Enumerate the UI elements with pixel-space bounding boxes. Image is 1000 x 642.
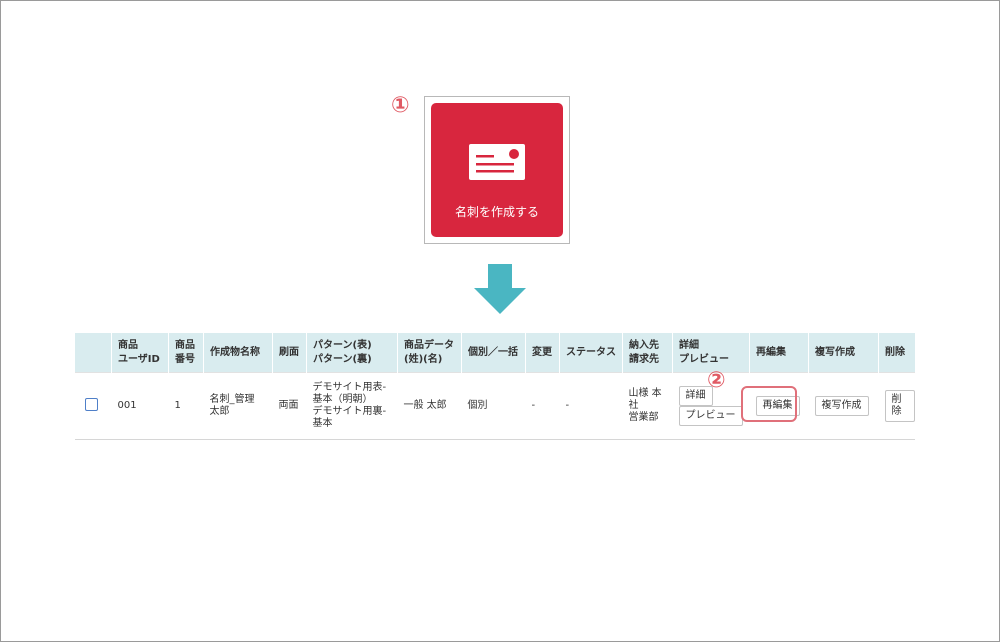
row-select-cell	[75, 372, 112, 439]
preview-button[interactable]: プレビュー	[678, 406, 743, 426]
header-pattern: パターン(表) パターン(裏)	[306, 333, 398, 373]
header-creation-name: 作成物名称	[203, 333, 273, 373]
header-product-user-id: 商品 ユーザID	[111, 333, 169, 373]
header-product-data: 商品データ (姓)(名)	[397, 333, 462, 373]
cell-product-data: 一般 太郎	[397, 372, 462, 439]
reedit-highlight-box	[741, 386, 797, 422]
header-product-no: 商品 番号	[168, 333, 204, 373]
header-select	[75, 333, 112, 373]
cell-user-id: 001	[111, 372, 169, 439]
create-business-card-label: 名刺を作成する	[454, 205, 539, 219]
create-card-frame: 名刺を作成する	[424, 96, 570, 244]
header-status: ステータス	[559, 333, 623, 373]
cell-change: -	[525, 372, 560, 439]
cell-duplicate: 複写作成	[808, 372, 879, 439]
table-header-row: 商品 ユーザID 商品 番号 作成物名称 刷面 パターン(表) パターン(裏) …	[75, 333, 915, 373]
cell-creation-name: 名刺_管理 太郎	[203, 372, 273, 439]
create-business-card-button[interactable]: 名刺を作成する	[431, 103, 563, 237]
header-detail-preview: 詳細 プレビュー	[672, 333, 750, 373]
row-checkbox[interactable]	[85, 397, 98, 411]
business-card-icon	[469, 144, 525, 180]
cell-delivery: 山様 本 社 営業部	[622, 372, 673, 439]
cell-pattern: デモサイト用表- 基本（明朝） デモサイト用裏- 基本	[306, 372, 398, 439]
header-delete: 削除	[878, 333, 915, 373]
cell-print-side: 両面	[272, 372, 307, 439]
cell-individual-bulk: 個別	[461, 372, 526, 439]
header-individual-bulk: 個別／一括	[461, 333, 526, 373]
duplicate-button[interactable]: 複写作成	[814, 396, 869, 416]
header-delivery: 納入先 請求先	[622, 333, 673, 373]
header-duplicate: 複写作成	[808, 333, 879, 373]
header-print-side: 刷面	[272, 333, 307, 373]
header-change: 変更	[525, 333, 560, 373]
header-reedit: 再編集	[749, 333, 809, 373]
step-2-marker: ②	[707, 368, 726, 393]
cell-delete: 削除	[878, 372, 915, 439]
delete-button[interactable]: 削除	[884, 390, 915, 422]
cell-product-no: 1	[168, 372, 204, 439]
cell-status: -	[559, 372, 623, 439]
step-1-marker: ①	[391, 93, 410, 118]
down-arrow-icon	[474, 264, 526, 314]
